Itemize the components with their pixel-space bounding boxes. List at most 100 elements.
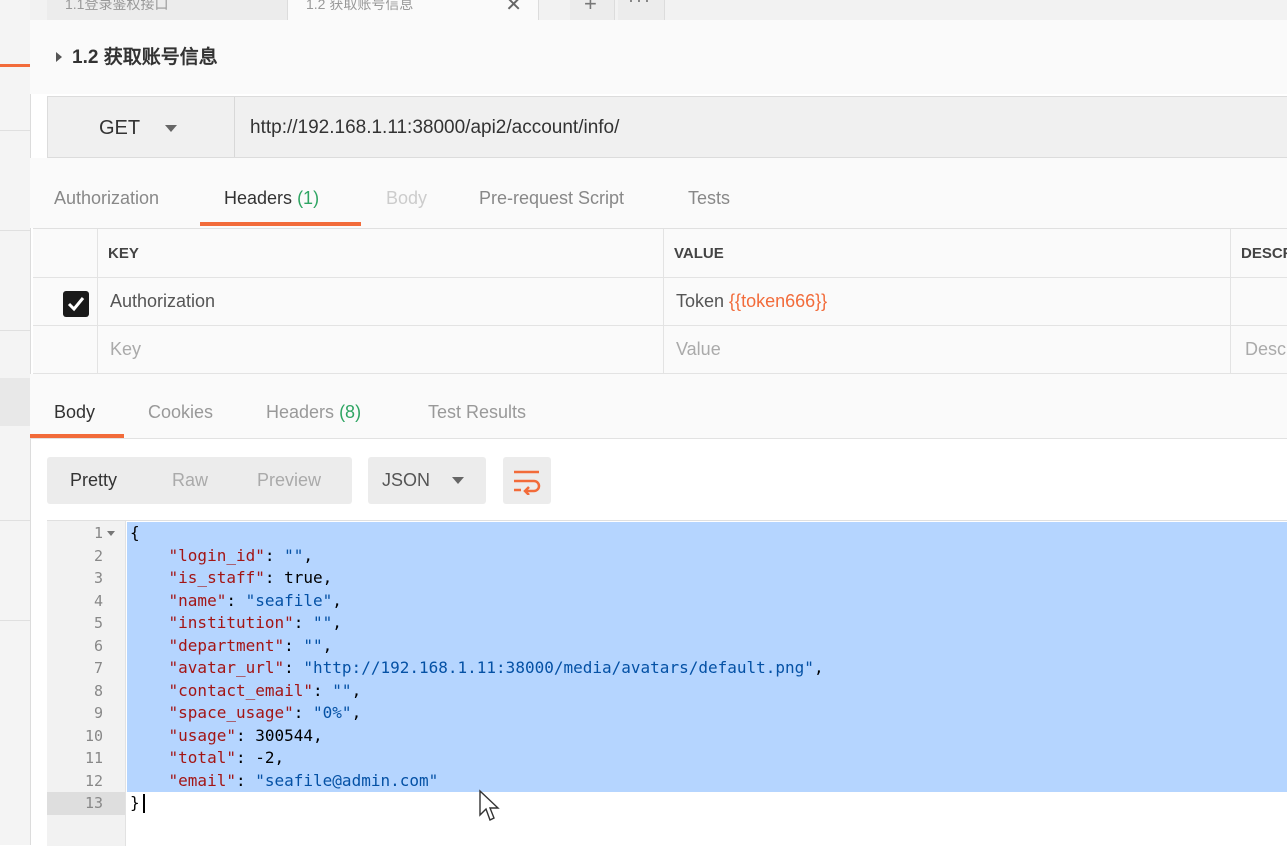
format-select[interactable]: JSON bbox=[368, 457, 486, 504]
pretty-button[interactable]: Pretty bbox=[70, 470, 117, 491]
tab-pre-request-script[interactable]: Pre-request Script bbox=[479, 188, 624, 209]
tab-body[interactable]: Body bbox=[386, 188, 427, 209]
url-input[interactable]: http://192.168.1.11:38000/api2/account/i… bbox=[250, 117, 619, 139]
sidebar-accent bbox=[0, 64, 30, 67]
active-tab-indicator bbox=[30, 434, 124, 438]
line-number: 1 bbox=[93, 524, 103, 542]
response-headers-count: (8) bbox=[339, 402, 362, 422]
request-config-tabs: Authorization Headers (1) Body Pre-reque… bbox=[30, 158, 1287, 228]
response-tabs: Body Cookies Headers (8) Test Results bbox=[30, 374, 1287, 439]
code-text: "department": "", bbox=[168, 635, 333, 655]
code-line: 4 "name": "seafile", bbox=[47, 590, 1287, 613]
code-line: 3 "is_staff": true, bbox=[47, 567, 1287, 590]
new-description-input[interactable]: Desc bbox=[1231, 326, 1287, 374]
code-text: "login_id": "", bbox=[168, 545, 314, 565]
tab-test-results[interactable]: Test Results bbox=[428, 402, 526, 423]
code-line: 13} bbox=[47, 792, 1287, 815]
tab-login-auth[interactable]: 1.1登录鉴权接口 bbox=[47, 0, 288, 20]
tab-account-info[interactable]: 1.2 获取账号信息 ✕ bbox=[288, 0, 539, 20]
sidebar-divider bbox=[0, 330, 30, 331]
code-text: "total": -2, bbox=[168, 748, 285, 767]
header-value-cell[interactable]: Token {{token666}} bbox=[664, 278, 1231, 326]
code-line: 12 "email": "seafile@admin.com" bbox=[47, 770, 1287, 793]
url-bar: GET http://192.168.1.11:38000/api2/accou… bbox=[47, 96, 1287, 158]
code-line: 1{ bbox=[47, 522, 1287, 545]
chevron-down-icon bbox=[452, 477, 464, 484]
tab-label: 1.2 获取账号信息 bbox=[306, 0, 414, 12]
code-text: "institution": "", bbox=[168, 613, 342, 632]
wrap-lines-icon bbox=[514, 470, 541, 495]
line-number: 6 bbox=[93, 636, 103, 655]
new-key-input[interactable]: Key bbox=[98, 326, 664, 374]
tab-tests[interactable]: Tests bbox=[688, 188, 730, 209]
tab-response-body[interactable]: Body bbox=[54, 402, 95, 423]
table-row-checkbox-cell bbox=[33, 278, 98, 326]
code-line: 2 "login_id": "", bbox=[47, 545, 1287, 568]
code-line: 5 "institution": "", bbox=[47, 612, 1287, 635]
line-number: 4 bbox=[93, 591, 103, 610]
sidebar-divider bbox=[0, 230, 30, 231]
preview-button[interactable]: Preview bbox=[257, 470, 321, 491]
request-tab-strip: 1.1登录鉴权接口 1.2 获取账号信息 ✕ + ··· bbox=[30, 0, 1287, 21]
table-header-checkbox-col bbox=[33, 229, 98, 278]
code-text: { bbox=[130, 523, 140, 542]
line-number: 5 bbox=[93, 614, 103, 632]
close-icon[interactable]: ✕ bbox=[505, 0, 522, 17]
line-number: 2 bbox=[93, 546, 103, 565]
view-mode-group: Pretty Raw Preview bbox=[47, 457, 352, 504]
more-icon: ··· bbox=[628, 0, 652, 10]
code-line: 9 "space_usage": "0%", bbox=[47, 702, 1287, 725]
sidebar-divider bbox=[0, 520, 30, 521]
code-text: "is_staff": true, bbox=[168, 568, 333, 587]
caret-right-icon[interactable] bbox=[56, 52, 62, 62]
tab-authorization[interactable]: Authorization bbox=[54, 188, 159, 209]
more-tabs-button[interactable]: ··· bbox=[618, 0, 665, 20]
code-text: "space_usage": "0%", bbox=[168, 703, 362, 722]
code-text: "name": "seafile", bbox=[168, 590, 342, 610]
code-text: "usage": 300544, bbox=[168, 725, 323, 745]
line-number: 8 bbox=[93, 681, 103, 700]
table-header-key: KEY bbox=[98, 229, 664, 278]
code-line: 7 "avatar_url": "http://192.168.1.11:380… bbox=[47, 657, 1287, 680]
table-header-value: VALUE bbox=[664, 229, 1231, 278]
table-row-checkbox-cell bbox=[33, 326, 98, 374]
method-select[interactable]: GET bbox=[48, 97, 235, 157]
tab-response-headers[interactable]: Headers (8) bbox=[266, 402, 361, 423]
active-tab-indicator bbox=[200, 222, 361, 226]
code-line: 11 "total": -2, bbox=[47, 747, 1287, 770]
new-value-input[interactable]: Value bbox=[664, 326, 1231, 374]
headers-count: (1) bbox=[297, 188, 320, 208]
line-number: 13 bbox=[84, 794, 103, 812]
fold-toggle-icon[interactable] bbox=[107, 531, 115, 536]
sidebar-divider bbox=[0, 620, 30, 621]
code-text: "avatar_url": "http://192.168.1.11:38000… bbox=[168, 658, 824, 677]
tab-headers[interactable]: Headers (1) bbox=[224, 188, 319, 209]
env-variable: {{token666}} bbox=[729, 291, 828, 311]
sidebar-item-selected[interactable] bbox=[0, 378, 30, 426]
format-label: JSON bbox=[382, 470, 431, 490]
header-key-cell[interactable]: Authorization bbox=[98, 278, 664, 326]
response-body-editor[interactable]: 1{2 "login_id": "", 3 "is_staff": true, 4 … bbox=[47, 520, 1287, 846]
raw-button[interactable]: Raw bbox=[172, 470, 208, 491]
line-number: 11 bbox=[84, 749, 103, 767]
line-number: 12 bbox=[84, 771, 103, 790]
method-label: GET bbox=[99, 117, 141, 139]
chevron-down-icon bbox=[165, 125, 177, 132]
mouse-pointer-icon bbox=[479, 789, 500, 821]
plus-icon: + bbox=[584, 0, 597, 16]
text-cursor bbox=[143, 794, 145, 813]
line-number: 10 bbox=[84, 726, 103, 745]
new-tab-button[interactable]: + bbox=[570, 0, 615, 20]
header-enabled-checkbox[interactable] bbox=[63, 291, 89, 317]
line-number: 9 bbox=[93, 704, 103, 722]
code-text: "email": "seafile@admin.com" bbox=[168, 770, 439, 790]
tab-response-cookies[interactable]: Cookies bbox=[148, 402, 213, 423]
line-number: 7 bbox=[93, 659, 103, 677]
code-line: 6 "department": "", bbox=[47, 635, 1287, 658]
header-description-cell[interactable] bbox=[1231, 278, 1287, 326]
wrap-lines-button[interactable] bbox=[503, 457, 551, 504]
code-line: 8 "contact_email": "", bbox=[47, 680, 1287, 703]
headers-table: KEY VALUE DESCR Authorization Token {{to… bbox=[33, 228, 1287, 375]
code-text: "contact_email": "", bbox=[168, 680, 362, 700]
request-title[interactable]: 1.2 获取账号信息 bbox=[72, 42, 218, 69]
